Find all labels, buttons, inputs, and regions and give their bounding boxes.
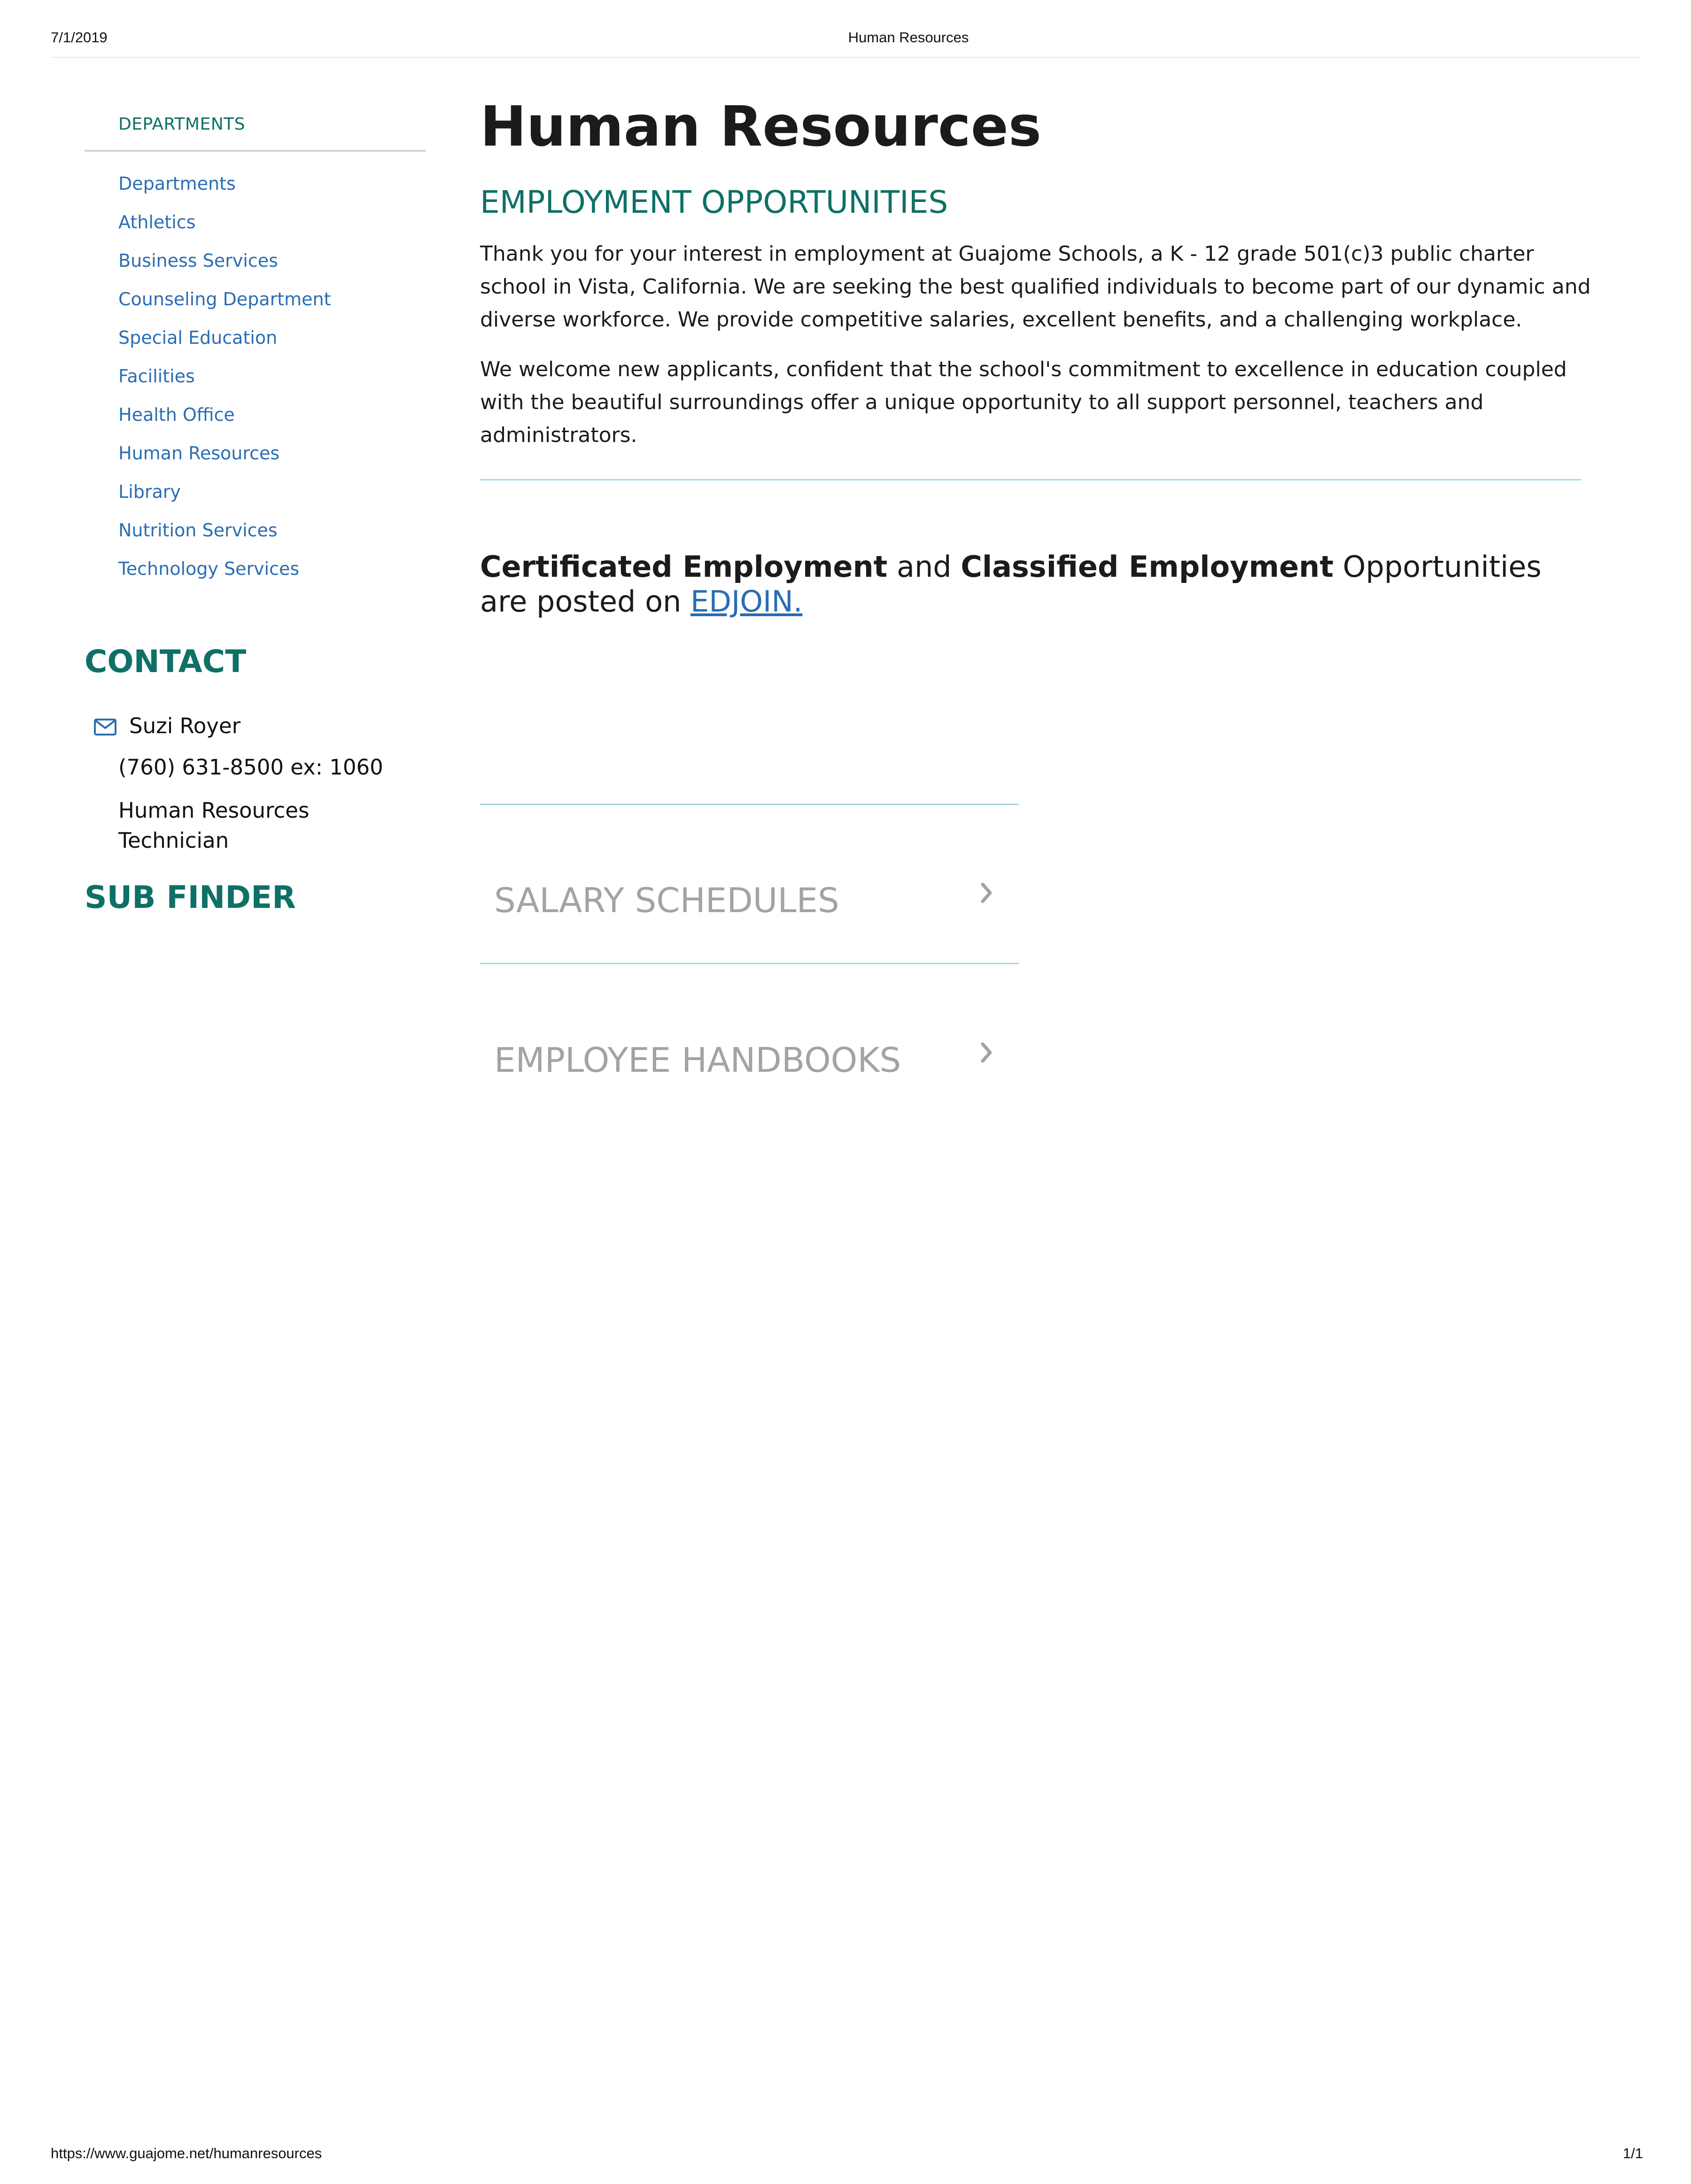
sidebar-item-facilities[interactable]: Facilities (118, 357, 331, 395)
sidebar-item-business-services[interactable]: Business Services (118, 241, 331, 280)
contact-role: Human Resources Technician (118, 798, 310, 853)
page-title: Human Resources (480, 94, 1042, 159)
contact-name[interactable]: Suzi Royer (129, 713, 240, 738)
print-title: Human Resources (848, 29, 969, 46)
departments-divider (85, 150, 426, 152)
accordion-divider (480, 963, 1019, 964)
departments-heading: DEPARTMENTS (118, 115, 245, 134)
intro-paragraph: Thank you for your interest in employmen… (480, 242, 1591, 332)
salary-schedules-accordion[interactable]: SALARY SCHEDULES (480, 881, 1019, 937)
envelope-icon[interactable] (94, 719, 116, 736)
sidebar-item-athletics[interactable]: Athletics (118, 203, 331, 241)
accordion-label: SALARY SCHEDULES (494, 881, 839, 920)
content-divider (480, 479, 1581, 480)
classified-employment-text: Classified Employment (961, 550, 1334, 584)
print-header-divider (51, 57, 1640, 58)
section-title: EMPLOYMENT OPPORTUNITIES (480, 184, 948, 220)
sidebar-item-departments[interactable]: Departments (118, 164, 331, 203)
sidebar-item-technology-services[interactable]: Technology Services (118, 550, 331, 588)
sidebar-item-counseling-department[interactable]: Counseling Department (118, 280, 331, 318)
contact-phone: (760) 631-8500 ex: 1060 (118, 755, 383, 780)
welcome-paragraph: We welcome new applicants, confident tha… (480, 357, 1567, 447)
employment-notice: Certificated Employment and Classified E… (480, 550, 1560, 619)
chevron-right-icon (978, 881, 995, 905)
sub-finder-heading[interactable]: SUB FINDER (85, 879, 296, 915)
sidebar-item-library[interactable]: Library (118, 472, 331, 511)
sidebar-item-nutrition-services[interactable]: Nutrition Services (118, 511, 331, 550)
edjoin-link[interactable]: EDJOIN. (690, 584, 802, 619)
departments-list: Departments Athletics Business Services … (118, 164, 331, 588)
and-text: and (887, 550, 961, 584)
sidebar-item-special-education[interactable]: Special Education (118, 318, 331, 357)
employee-handbooks-accordion[interactable]: EMPLOYEE HANDBOOKS (480, 1040, 1019, 1097)
chevron-right-icon (978, 1040, 995, 1065)
sidebar-item-human-resources[interactable]: Human Resources (118, 434, 331, 472)
accordion-divider (480, 804, 1019, 805)
sidebar-item-health-office[interactable]: Health Office (118, 395, 331, 434)
print-page-number: 1/1 (1622, 2145, 1643, 2161)
certificated-employment-text: Certificated Employment (480, 550, 888, 584)
contact-heading: CONTACT (85, 643, 247, 680)
print-url: https://www.guajome.net/humanresources (51, 2145, 322, 2161)
accordion-label: EMPLOYEE HANDBOOKS (494, 1040, 901, 1080)
